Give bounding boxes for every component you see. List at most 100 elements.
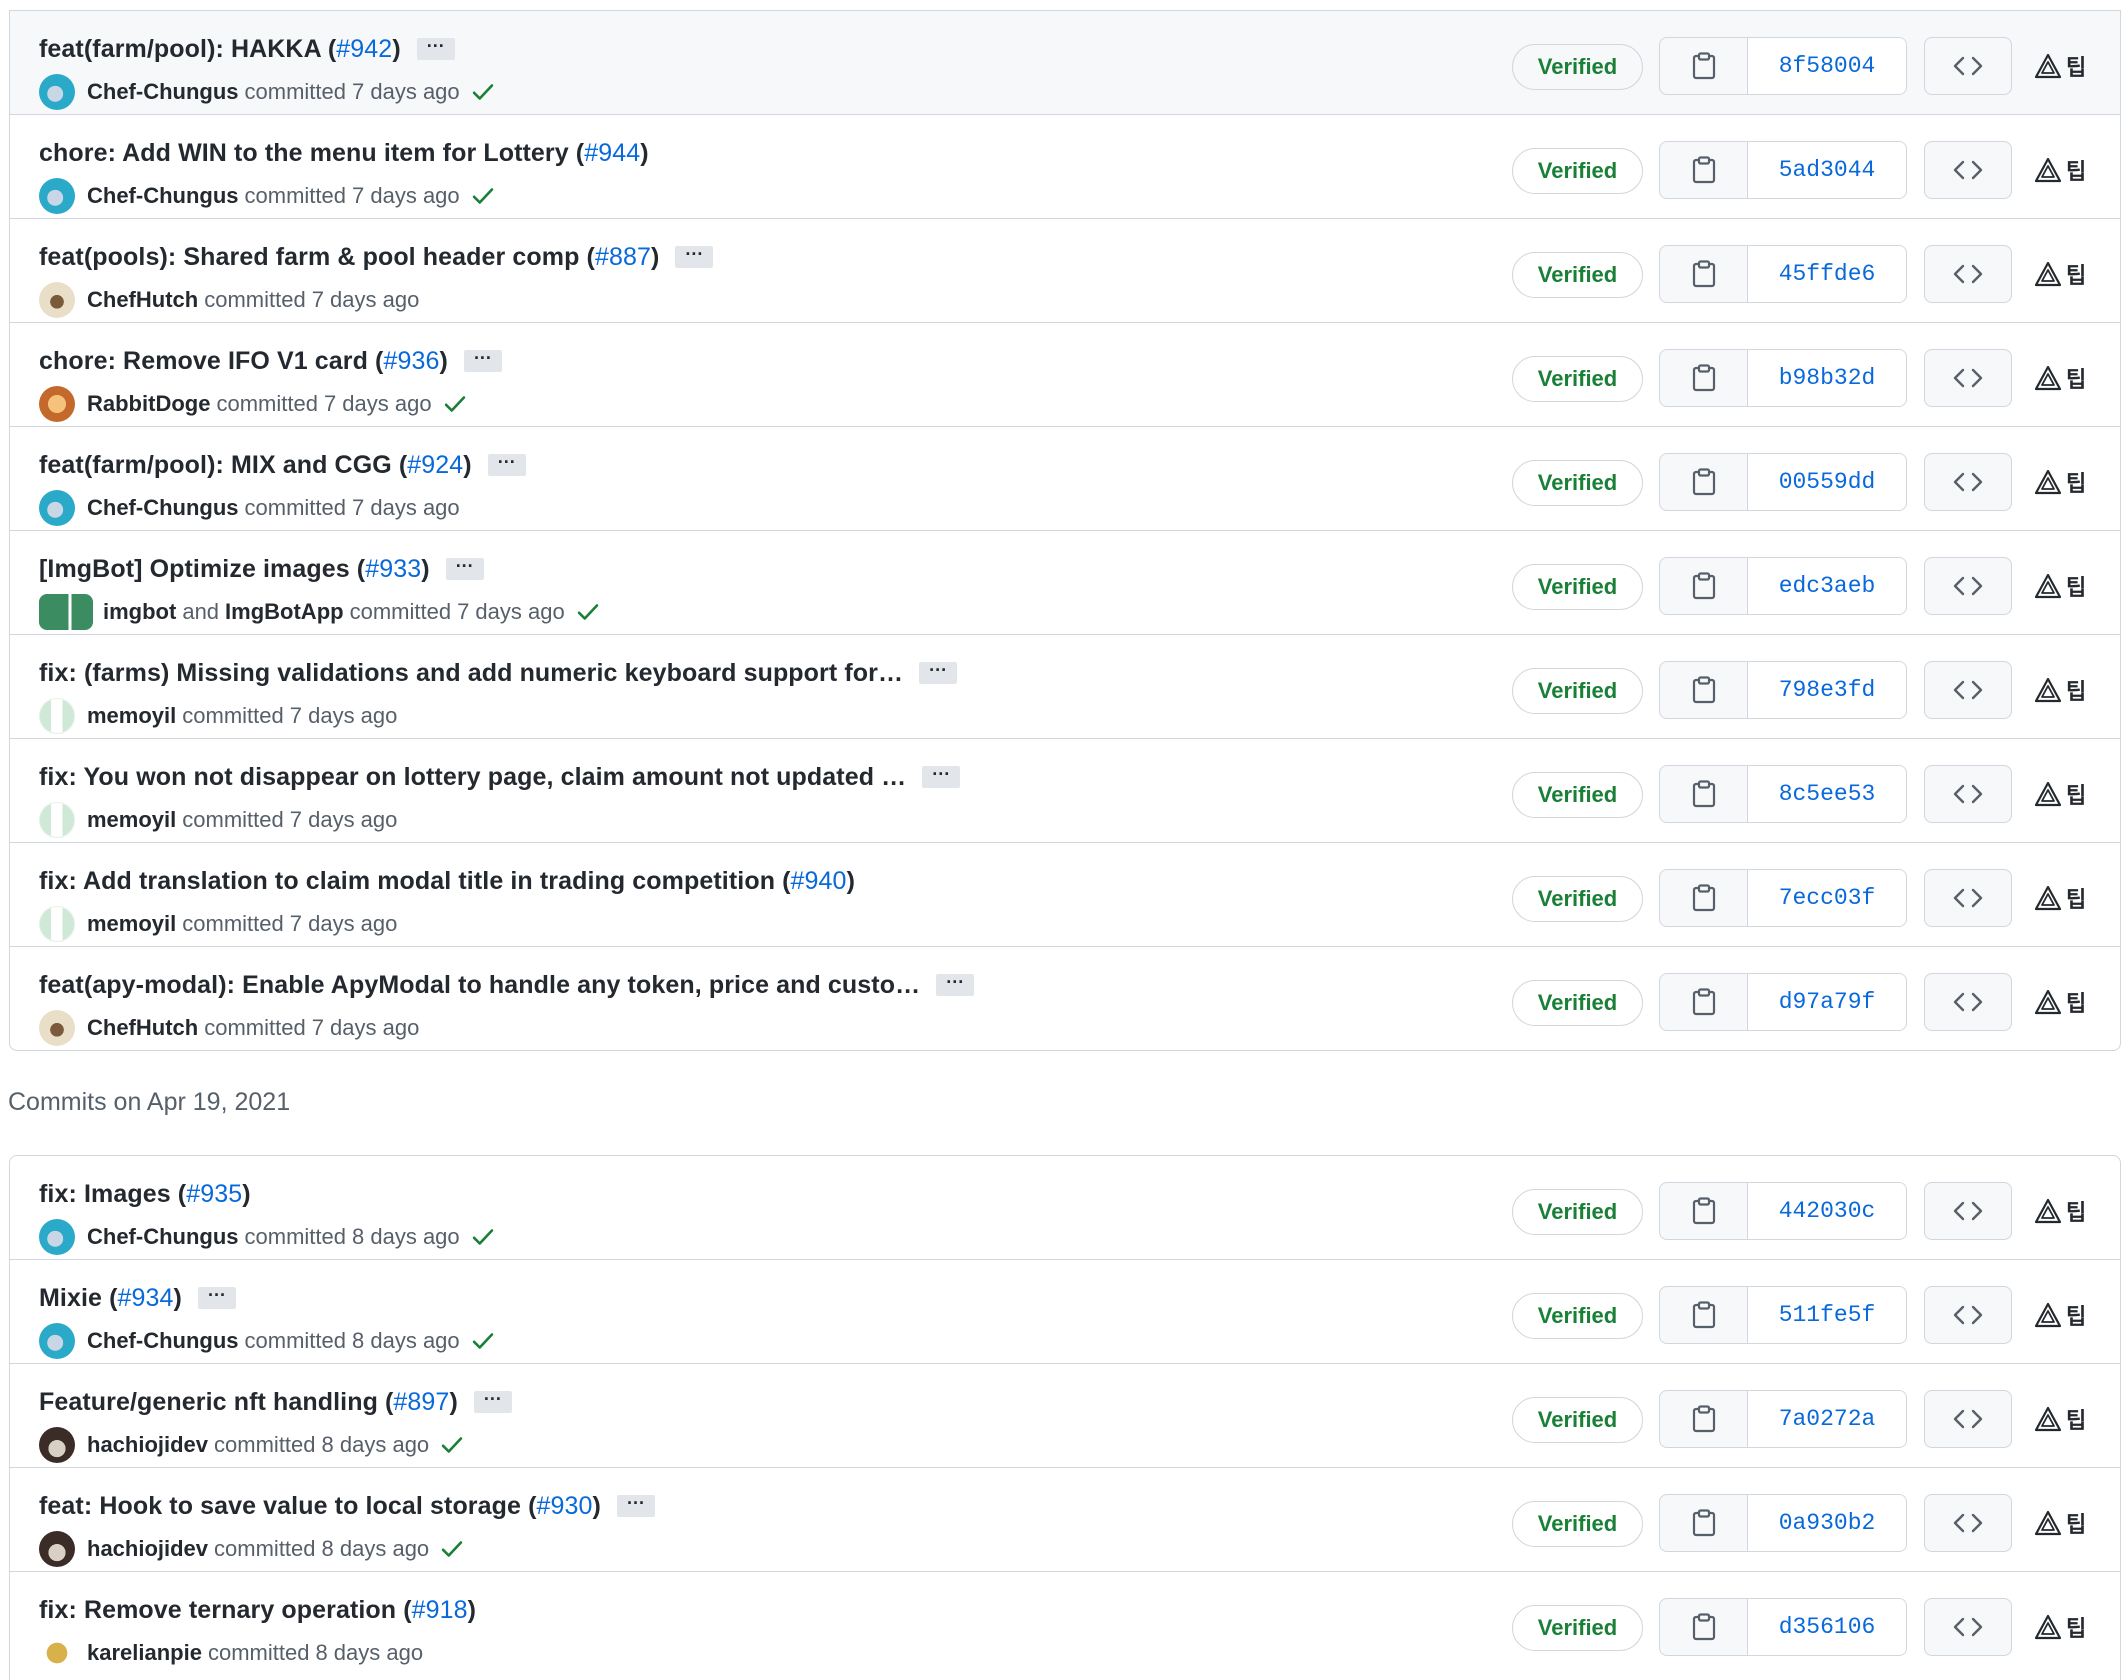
pr-link[interactable]: #942 [336,35,392,63]
pr-link[interactable]: #930 [537,1492,593,1520]
commit-sha-link[interactable]: 0a930b2 [1748,1495,1906,1551]
commit-title-text[interactable]: [ImgBot] Optimize images ( [39,555,365,583]
copy-sha-button[interactable] [1660,766,1748,822]
author-name[interactable]: Chef-Chungus [87,183,239,209]
commit-sha-link[interactable]: edc3aeb [1748,558,1906,614]
browse-repo-button[interactable] [1924,1390,2012,1448]
commit-title[interactable]: feat(farm/pool): HAKKA (#942) [39,35,401,64]
expand-message-button[interactable]: ··· [487,453,526,476]
check-icon[interactable] [470,1328,496,1354]
commit-title[interactable]: fix: (farms) Missing validations and add… [39,659,903,688]
avatar[interactable] [39,74,75,110]
author-name[interactable]: Chef-Chungus [87,79,239,105]
verified-badge[interactable]: Verified [1512,1501,1643,1547]
expand-message-button[interactable]: ··· [616,1494,655,1517]
tip-icon[interactable]: 팁 [2034,673,2086,707]
commit-title[interactable]: chore: Remove IFO V1 card (#936) [39,347,448,376]
commit-title-text[interactable]: Mixie ( [39,1284,118,1312]
commit-title[interactable]: feat(farm/pool): MIX and CGG (#924) [39,451,472,480]
check-icon[interactable] [470,79,496,105]
author-name[interactable]: memoyil [87,807,176,833]
expand-message-button[interactable]: ··· [473,1390,512,1413]
copy-sha-button[interactable] [1660,1183,1748,1239]
browse-repo-button[interactable] [1924,973,2012,1031]
copy-sha-button[interactable] [1660,1287,1748,1343]
verified-badge[interactable]: Verified [1512,668,1643,714]
browse-repo-button[interactable] [1924,141,2012,199]
expand-message-button[interactable]: ··· [463,349,502,372]
tip-icon[interactable]: 팁 [2034,361,2086,395]
browse-repo-button[interactable] [1924,37,2012,95]
commit-title[interactable]: Mixie (#934) [39,1284,182,1313]
copy-sha-button[interactable] [1660,558,1748,614]
pr-link[interactable]: #918 [412,1596,468,1624]
avatar[interactable] [39,1323,75,1359]
commit-title-text[interactable]: Feature/generic nft handling ( [39,1388,393,1416]
author-name[interactable]: imgbot [103,599,176,625]
browse-repo-button[interactable] [1924,1286,2012,1344]
commit-title[interactable]: fix: Images (#935) [39,1180,251,1209]
tip-icon[interactable]: 팁 [2034,985,2086,1019]
verified-badge[interactable]: Verified [1512,1397,1643,1443]
check-icon[interactable] [575,599,601,625]
pr-link[interactable]: #933 [365,555,421,583]
author-name[interactable]: karelianpie [87,1640,202,1666]
commit-title-text[interactable]: fix: You won not disappear on lottery pa… [39,763,906,791]
check-icon[interactable] [439,1536,465,1562]
tip-icon[interactable]: 팁 [2034,569,2086,603]
copy-sha-button[interactable] [1660,974,1748,1030]
author-name[interactable]: ChefHutch [87,287,198,313]
copy-sha-button[interactable] [1660,870,1748,926]
pr-link[interactable]: #924 [407,451,463,479]
commit-title-text[interactable]: feat(farm/pool): MIX and CGG ( [39,451,407,479]
tip-icon[interactable]: 팁 [2034,1402,2086,1436]
tip-icon[interactable]: 팁 [2034,49,2086,83]
commit-sha-link[interactable]: d97a79f [1748,974,1906,1030]
verified-badge[interactable]: Verified [1512,980,1643,1026]
pr-link[interactable]: #887 [595,243,651,271]
expand-message-button[interactable]: ··· [445,557,484,580]
expand-message-button[interactable]: ··· [919,661,958,684]
commit-title[interactable]: fix: Remove ternary operation (#918) [39,1596,476,1625]
tip-icon[interactable]: 팁 [2034,1194,2086,1228]
commit-sha-link[interactable]: 442030c [1748,1183,1906,1239]
copy-sha-button[interactable] [1660,454,1748,510]
commit-title[interactable]: chore: Add WIN to the menu item for Lott… [39,139,649,168]
browse-repo-button[interactable] [1924,245,2012,303]
tip-icon[interactable]: 팁 [2034,465,2086,499]
verified-badge[interactable]: Verified [1512,1189,1643,1235]
commit-sha-link[interactable]: 00559dd [1748,454,1906,510]
browse-repo-button[interactable] [1924,557,2012,615]
copy-sha-button[interactable] [1660,246,1748,302]
commit-title[interactable]: feat(apy-modal): Enable ApyModal to hand… [39,971,920,1000]
commit-sha-link[interactable]: 7ecc03f [1748,870,1906,926]
pr-link[interactable]: #940 [791,867,847,895]
verified-badge[interactable]: Verified [1512,460,1643,506]
commit-title[interactable]: [ImgBot] Optimize images (#933) [39,555,430,584]
commit-sha-link[interactable]: d356106 [1748,1599,1906,1655]
avatar[interactable] [39,906,75,942]
copy-sha-button[interactable] [1660,1391,1748,1447]
browse-repo-button[interactable] [1924,661,2012,719]
author-name[interactable]: memoyil [87,911,176,937]
author-name[interactable]: ChefHutch [87,1015,198,1041]
expand-message-button[interactable]: ··· [936,973,975,996]
avatar[interactable] [39,282,75,318]
copy-sha-button[interactable] [1660,38,1748,94]
browse-repo-button[interactable] [1924,453,2012,511]
tip-icon[interactable]: 팁 [2034,153,2086,187]
tip-icon[interactable]: 팁 [2034,1298,2086,1332]
commit-title-text[interactable]: fix: (farms) Missing validations and add… [39,659,903,687]
browse-repo-button[interactable] [1924,349,2012,407]
pr-link[interactable]: #897 [393,1388,449,1416]
commit-title-text[interactable]: fix: Images ( [39,1180,186,1208]
tip-icon[interactable]: 팁 [2034,777,2086,811]
commit-title[interactable]: feat(pools): Shared farm & pool header c… [39,243,659,272]
verified-badge[interactable]: Verified [1512,252,1643,298]
expand-message-button[interactable]: ··· [416,37,455,60]
commit-title-text[interactable]: feat(pools): Shared farm & pool header c… [39,243,595,271]
tip-icon[interactable]: 팁 [2034,881,2086,915]
commit-title[interactable]: feat: Hook to save value to local storag… [39,1492,601,1521]
commit-title-text[interactable]: fix: Add translation to claim modal titl… [39,867,791,895]
check-icon[interactable] [470,183,496,209]
